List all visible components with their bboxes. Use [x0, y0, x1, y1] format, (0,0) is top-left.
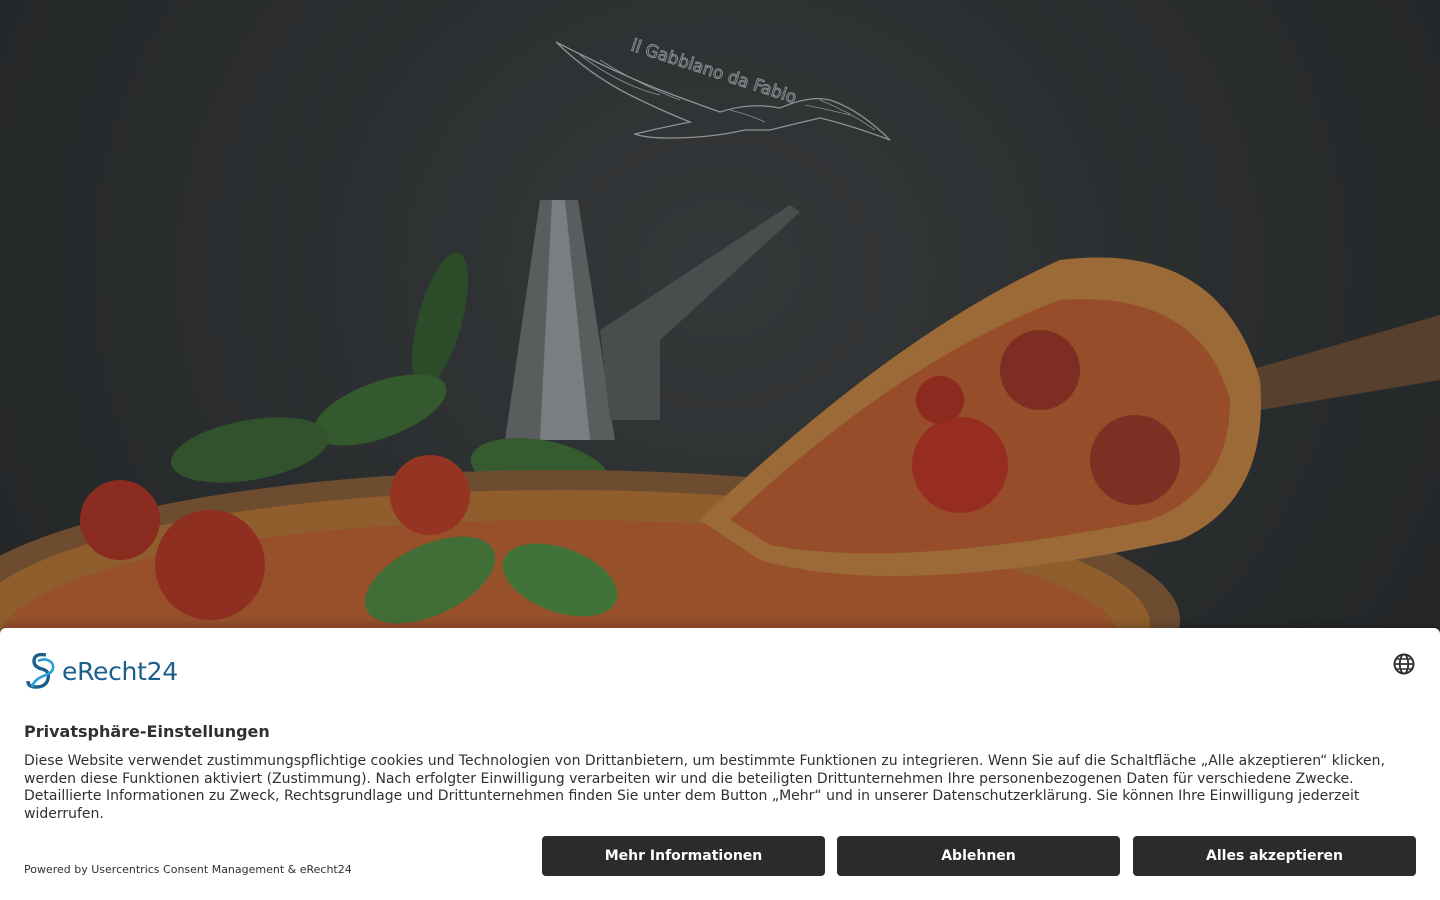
restaurant-logo[interactable]: il Gabbiano da Fabio [550, 30, 895, 150]
language-button[interactable] [1392, 652, 1416, 676]
powered-by-link[interactable]: Powered by Usercentrics Consent Manageme… [24, 863, 352, 876]
logo-text: il Gabbiano da Fabio [628, 36, 799, 108]
more-info-button[interactable]: Mehr Informationen [542, 836, 825, 876]
erecht24-logo-icon [26, 652, 55, 689]
accept-all-button[interactable]: Alles akzeptieren [1133, 836, 1416, 876]
erecht24-brand: eRecht24 [24, 650, 178, 692]
deny-button[interactable]: Ablehnen [837, 836, 1120, 876]
consent-title: Privatsphäre-Einstellungen [24, 722, 270, 741]
seagull-icon: il Gabbiano da Fabio [555, 35, 891, 141]
consent-description: Diese Website verwendet zustimmungspflic… [24, 753, 1385, 822]
brand-name: eRecht24 [62, 656, 178, 686]
globe-icon [1393, 653, 1415, 675]
